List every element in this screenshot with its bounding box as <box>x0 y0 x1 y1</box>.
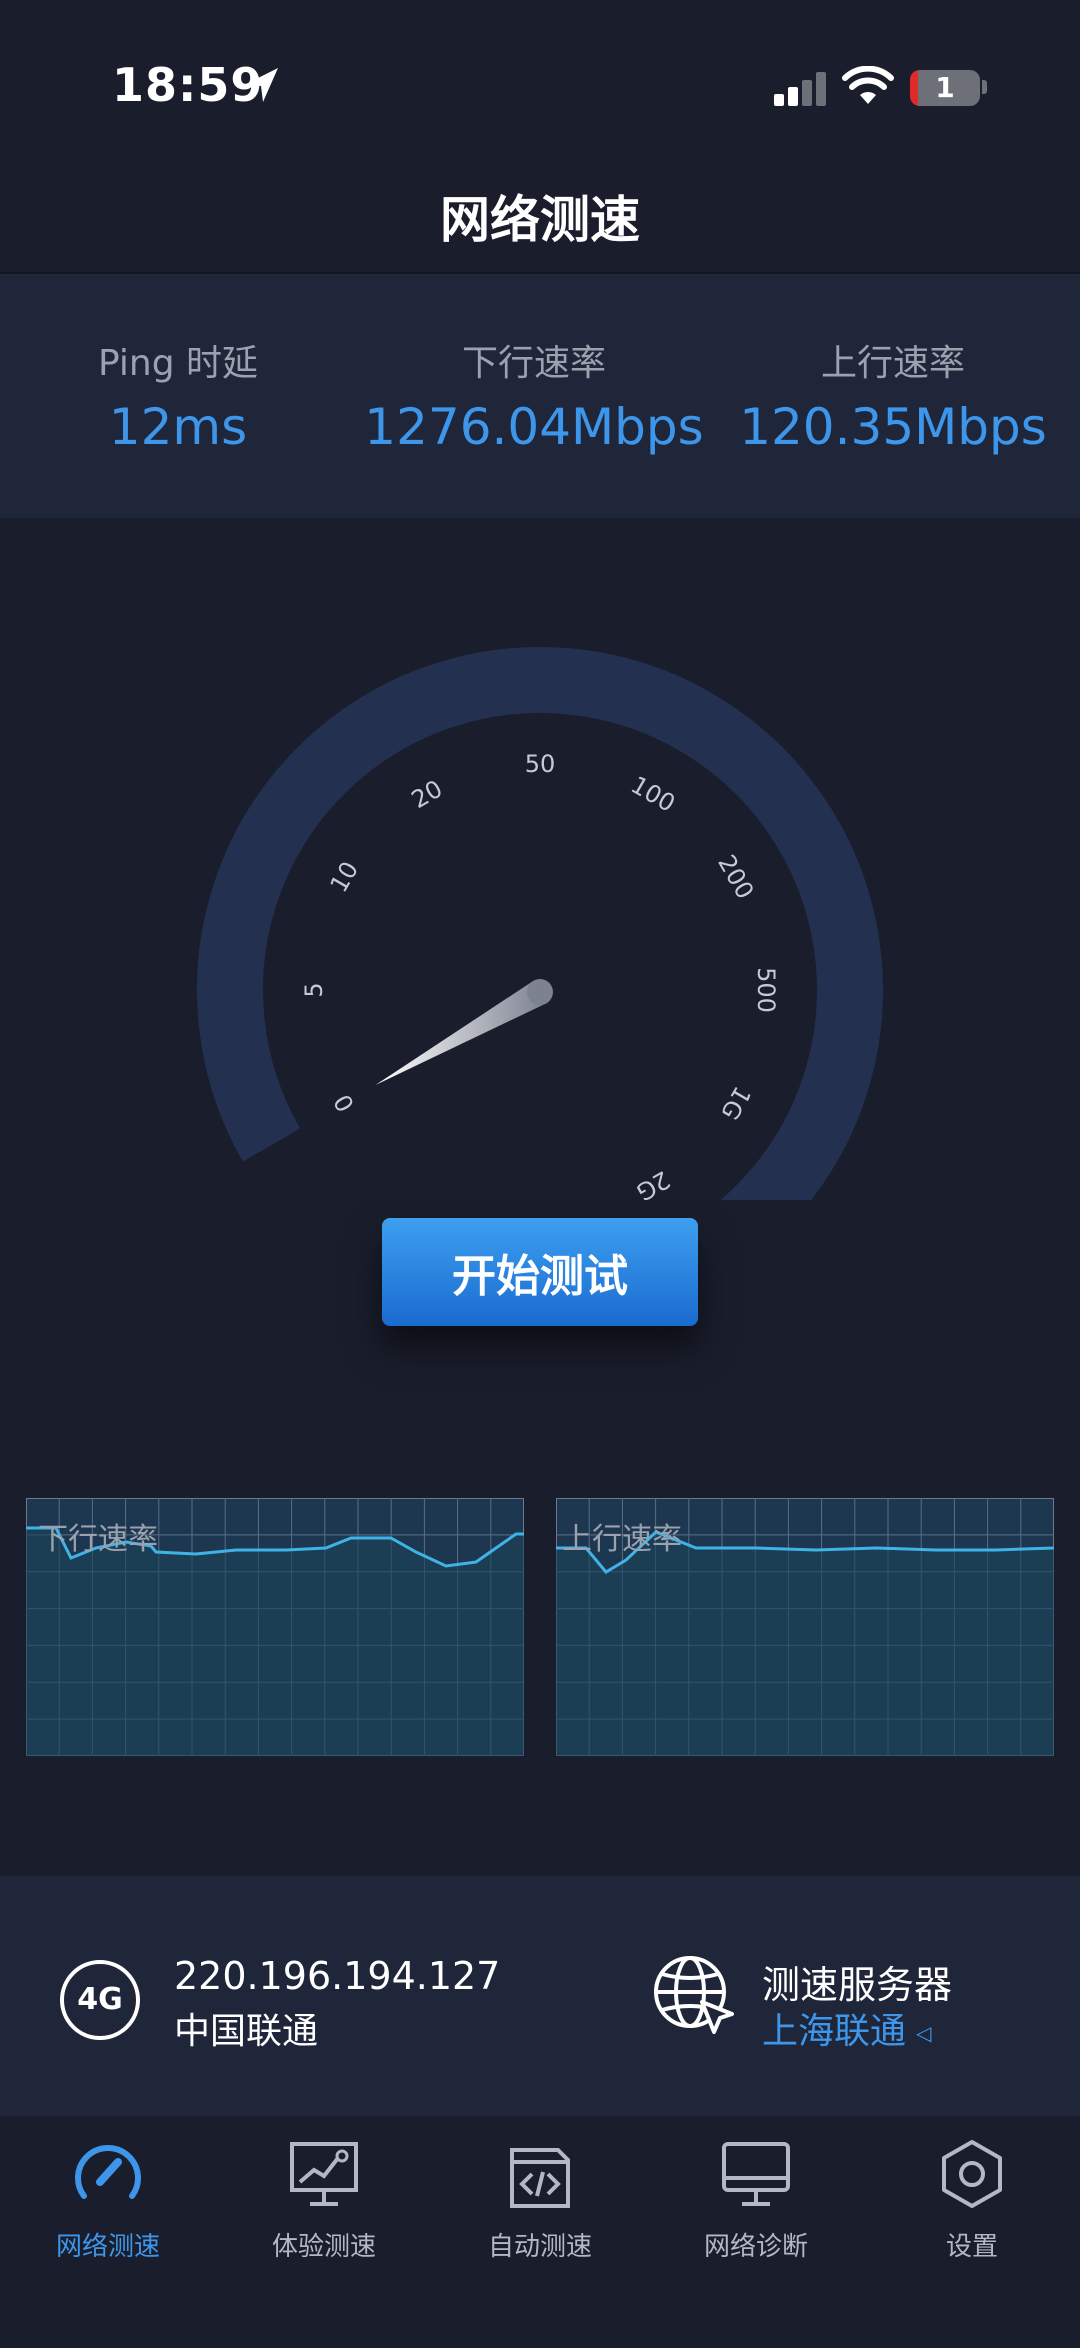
tab-label: 网络测速 <box>55 2232 160 2262</box>
page-title: 网络测速 <box>440 191 640 249</box>
server-name: 上海联通 <box>762 2011 907 2052</box>
tab-label: 网络诊断 <box>703 2232 808 2262</box>
battery-indicator: 1 <box>910 70 980 106</box>
gauge-tick-label: 50 <box>525 750 556 778</box>
wifi-icon <box>842 66 894 104</box>
status-time: 18:59 <box>112 58 264 112</box>
ping-label: Ping 时延 <box>97 343 259 384</box>
network-type-badge: 4G <box>60 1960 140 2040</box>
ping-stat: Ping 时延 12ms <box>78 334 278 456</box>
settings-hexagon-icon <box>942 2140 1002 2208</box>
gauge-tick-label: 500 <box>752 967 780 1013</box>
gauge-tick-label: 5 <box>300 982 328 997</box>
download-stat: 下行速率 1276.04Mbps <box>354 334 714 456</box>
location-arrow-icon <box>246 68 278 102</box>
monitor-chart-icon <box>290 2142 358 2206</box>
globe-cursor-icon <box>654 1956 734 2034</box>
download-value: 1276.04Mbps <box>364 398 704 456</box>
upload-label: 上行速率 <box>820 343 965 384</box>
tab-auto-speedtest[interactable]: 自动测速 <box>432 2136 648 2263</box>
gauge-tick-label: 2G <box>631 1165 674 1200</box>
server-selector[interactable]: 上海联通 ◁ <box>762 2002 931 2054</box>
carrier-name: 中国联通 <box>174 2011 319 2052</box>
gauge-tick-label: 100 <box>626 771 680 818</box>
battery-level: 1 <box>935 71 955 104</box>
bottom-tab-bar: 网络测速 体验测速 自动测速 网络诊断 设置 <box>0 2116 1080 2348</box>
monitor-icon <box>722 2142 790 2206</box>
ping-value: 12ms <box>108 398 248 456</box>
upload-value: 120.35Mbps <box>739 398 1047 456</box>
gauge-tick-label: 20 <box>407 775 447 815</box>
upload-chart-line <box>556 1532 1054 1756</box>
battery-cap <box>982 80 987 94</box>
ip-address: 220.196.194.127 <box>174 1954 501 1998</box>
gauge-tick-label: 0 <box>328 1089 360 1116</box>
start-test-button[interactable]: 开始测试 <box>382 1218 698 1326</box>
server-title: 测速服务器 <box>762 1963 953 2007</box>
speed-gauge: 051020501002005001G2G5G <box>197 647 883 1200</box>
tab-network-diagnosis[interactable]: 网络诊断 <box>648 2136 864 2263</box>
caret-left-icon: ◁ <box>916 2021 932 2045</box>
download-chart: 下行速率 <box>26 1498 524 1756</box>
download-label: 下行速率 <box>461 343 606 384</box>
upload-chart: 上行速率 <box>556 1498 1055 1756</box>
tab-label: 自动测速 <box>487 2232 592 2262</box>
gauge-tick-labels: 051020501002005001G2G5G <box>300 750 780 1200</box>
network-info-panel: 4G 220.196.194.127 中国联通 测速服务器 上海联通 ◁ <box>0 1876 1080 2116</box>
stats-panel: Ping 时延 12ms 下行速率 1276.04Mbps 上行速率 120.3… <box>0 274 1080 518</box>
download-chart-label: 下行速率 <box>38 1522 158 1557</box>
gauge-needle <box>375 979 553 1085</box>
tab-experience-speedtest[interactable]: 体验测速 <box>216 2136 432 2263</box>
code-window-icon <box>510 2148 570 2208</box>
tab-label: 设置 <box>945 2232 998 2262</box>
upload-chart-label: 上行速率 <box>562 1522 682 1557</box>
gauge-tick-label: 1G <box>715 1081 756 1124</box>
gauge-tick-label: 200 <box>712 850 759 904</box>
tab-label: 体验测速 <box>271 2232 376 2262</box>
cellular-signal-icon <box>774 72 826 106</box>
gauge-tick-label: 10 <box>325 857 365 897</box>
tab-settings[interactable]: 设置 <box>864 2136 1080 2263</box>
speedometer-icon <box>75 2145 141 2199</box>
upload-stat: 上行速率 120.35Mbps <box>728 334 1058 456</box>
tab-network-speedtest[interactable]: 网络测速 <box>0 2136 216 2263</box>
